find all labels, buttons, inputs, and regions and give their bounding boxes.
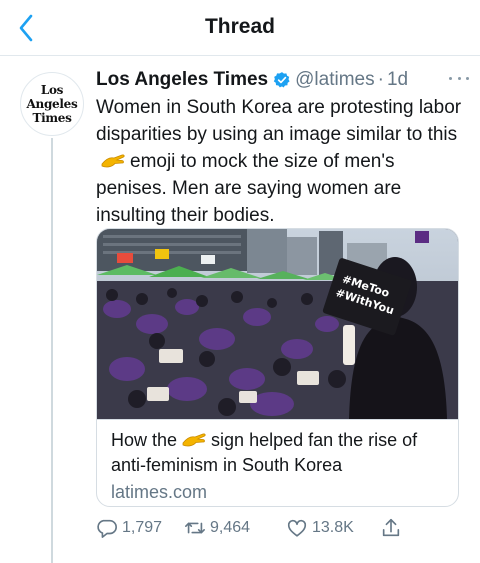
tweet: Los Angeles Times @latimes · 1d Women in… [96,68,469,229]
share-button[interactable] [380,515,402,541]
tweet-text-part: Women in South Korea are protesting labo… [96,97,462,145]
page-title: Thread [204,15,275,38]
retweet-count: 9,464 [210,519,251,536]
thread-connector-line [51,138,53,563]
link-card[interactable]: #MeToo #WithYou How the sign helped fan … [96,228,459,507]
like-button[interactable]: 13.8K [286,515,354,541]
pinching-hand-emoji [182,433,206,447]
reply-button[interactable]: 1,797 [96,515,162,541]
reply-count: 1,797 [122,519,163,536]
tweet-text-part: emoji to mock the size of men's penises.… [96,151,402,226]
reply-icon [97,519,117,538]
more-icon-dot [457,76,461,80]
like-count: 13.8K [312,519,354,536]
retweet-icon [185,522,205,534]
card-image: #MeToo #WithYou [97,229,458,419]
avatar-text-line: Los [40,83,64,97]
card-title: How the sign helped fan the rise of anti… [111,428,446,478]
meta-separator: · [377,69,384,90]
card-domain: latimes.com [111,482,208,502]
card-title-part: How the [111,430,178,450]
retweet-button[interactable]: 9,464 [184,515,250,541]
more-icon [449,76,452,80]
avatar-text-line: Times [32,111,72,125]
pinching-hand-emoji [101,154,125,168]
protest-photo: #MeToo #WithYou [97,229,458,419]
verified-badge-icon [273,72,290,88]
tweet-header: Los Angeles Times @latimes · 1d [96,68,469,92]
action-bar: 1,797 9,464 13.8K [96,515,436,541]
author-handle[interactable]: @latimes [295,69,374,91]
avatar[interactable]: Los Angeles Times [20,72,84,136]
tweet-timestamp[interactable]: 1d [387,69,408,91]
top-bar: Thread [0,0,480,56]
more-icon-dot [466,76,469,80]
more-options-button[interactable] [446,70,472,86]
like-icon [287,519,307,537]
author-name[interactable]: Los Angeles Times [96,69,268,91]
share-icon [382,518,400,537]
card-body: How the sign helped fan the rise of anti… [97,419,458,506]
avatar-text-line: Angeles [26,97,78,111]
tweet-text: Women in South Korea are protesting labo… [96,94,466,229]
